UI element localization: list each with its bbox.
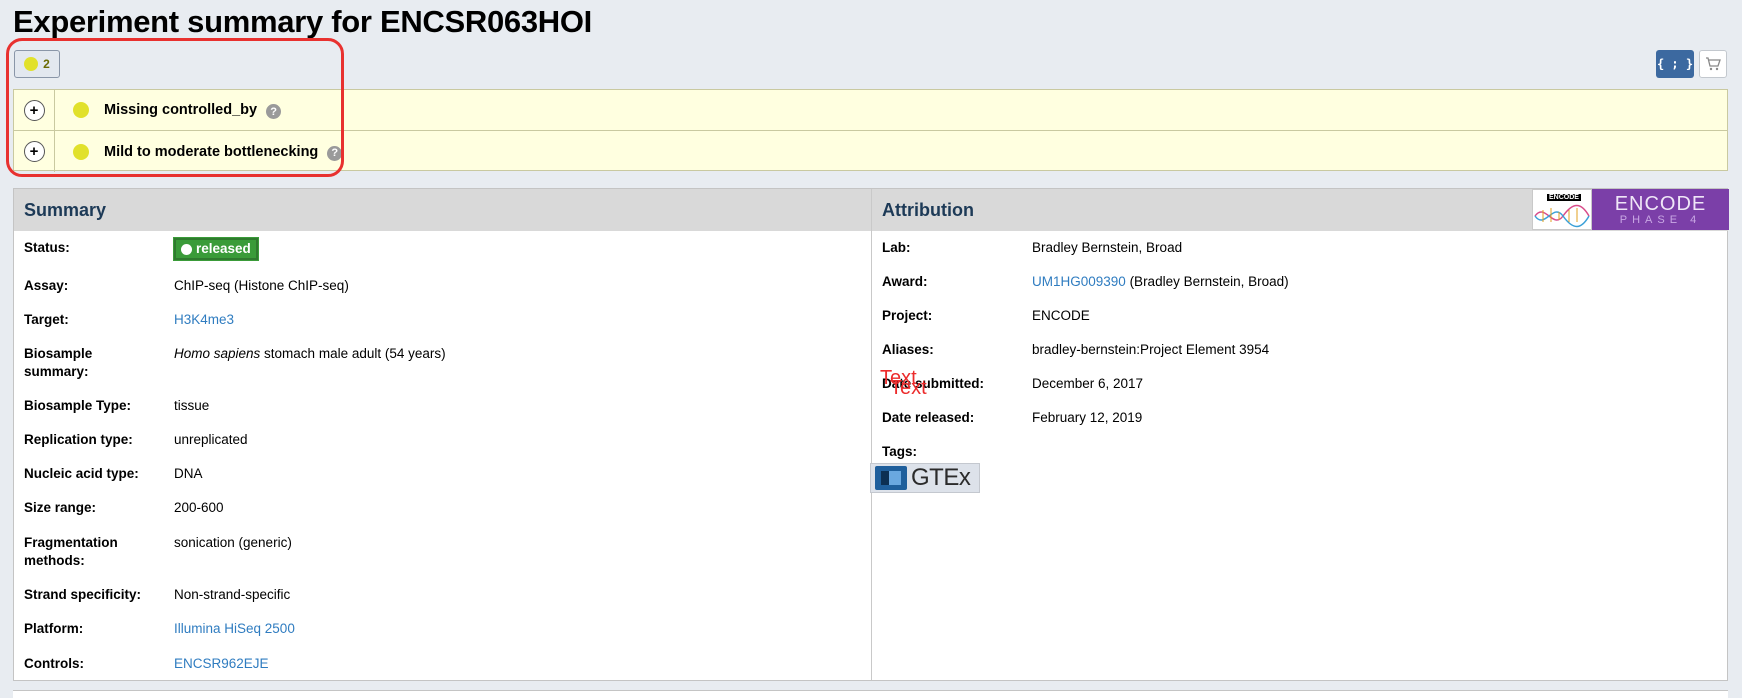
summary-header: Summary (14, 189, 871, 231)
encode-phase-logo: ENCODE ENCODE PHASE 4 (1532, 189, 1729, 230)
project-key: Project: (882, 308, 933, 323)
project-value: ENCODE (1032, 308, 1090, 323)
strand-key: Strand specificity: (24, 587, 142, 602)
gtex-logo-icon (875, 466, 907, 490)
status-value: released (173, 237, 259, 261)
encode-logo-text: ENCODE (1614, 192, 1707, 215)
aliases-key: Aliases: (882, 342, 934, 357)
add-to-cart-button[interactable] (1699, 50, 1727, 78)
controls-link[interactable]: ENCSR962EJE (174, 655, 269, 673)
help-icon[interactable]: ? (327, 145, 343, 161)
audit-row: + Missing controlled_by ? (14, 90, 1727, 131)
nucleic-acid-type-key: Nucleic acid type: (24, 466, 139, 481)
expand-audit-button[interactable]: + (23, 99, 45, 121)
dna-icon (1534, 204, 1590, 228)
date-submitted-key: Date submitted: (882, 376, 985, 391)
nucleic-acid-type-value: DNA (174, 466, 203, 481)
date-submitted-value: December 6, 2017 (1032, 376, 1144, 391)
audit-warning-icon (73, 143, 89, 160)
plus-icon: + (29, 143, 39, 160)
encode-dna-logo: ENCODE (1532, 189, 1592, 230)
status-badge: released (173, 237, 259, 261)
json-view-button[interactable]: { ; } (1656, 50, 1694, 78)
replication-type-value: unreplicated (174, 432, 248, 447)
platform-key: Platform: (24, 621, 84, 636)
size-range-key: Size range: (24, 500, 97, 515)
audit-count: 2 (43, 57, 50, 71)
biosample-type-value: tissue (174, 398, 210, 413)
phase-logo-text: PHASE 4 (1619, 213, 1702, 226)
size-range-value: 200-600 (174, 500, 224, 515)
biosample-type-key: Biosample Type: (24, 398, 132, 413)
date-released-value: February 12, 2019 (1032, 410, 1143, 425)
tags-key: Tags: (882, 444, 918, 459)
help-icon[interactable]: ? (266, 104, 282, 119)
encode-phase-badge: ENCODE PHASE 4 (1592, 189, 1729, 230)
lab-key: Lab: (882, 240, 911, 255)
audit-expander-cell: + (14, 90, 55, 130)
replication-type-key: Replication type: (24, 432, 133, 447)
audit-label: Missing controlled_by (104, 102, 258, 118)
audit-panel: + Missing controlled_by ? + Mild to mode… (13, 89, 1728, 172)
aliases-value: bradley-bernstein:Project Element 3954 (1032, 342, 1270, 357)
biosample-description: stomach male adult (54 years) (260, 346, 446, 361)
species-name: Homo sapiens (174, 346, 261, 361)
audit-summary-button[interactable]: 2 (14, 50, 60, 78)
award-value: UM1HG009390 (Bradley Bernstein, Broad) (1032, 273, 1289, 291)
fragmentation-value: sonication (generic) (174, 535, 292, 550)
page-title: Experiment summary for ENCSR063HOI (13, 4, 592, 39)
biosample-summary-key: Biosample summary: (24, 346, 93, 379)
award-key: Award: (882, 274, 928, 289)
strand-value: Non-strand-specific (174, 587, 291, 602)
experiment-panel: Summary Attribution ENCODE ENCODE PHASE … (13, 188, 1729, 681)
status-dot-icon (181, 243, 192, 255)
audit-label: Mild to moderate bottlenecking (104, 143, 319, 160)
audit-warning-icon (73, 102, 89, 118)
fragmentation-key: Fragmentation methods: (24, 535, 118, 568)
plus-icon: + (29, 101, 39, 119)
cart-icon (1706, 57, 1721, 71)
next-panel-edge (13, 690, 1728, 698)
attribution-heading: Attribution (882, 199, 974, 220)
target-link[interactable]: H3K4me3 (174, 311, 234, 329)
gtex-tag[interactable]: GTEx (870, 463, 980, 493)
award-link[interactable]: UM1HG009390 (1032, 274, 1126, 289)
lab-value: Bradley Bernstein, Broad (1032, 240, 1183, 255)
summary-heading: Summary (24, 199, 107, 220)
status-badge-label: released (196, 241, 251, 256)
assay-value: ChIP-seq (Histone ChIP-seq) (174, 278, 349, 293)
status-key: Status: (24, 240, 70, 255)
award-owner: (Bradley Bernstein, Broad) (1125, 274, 1289, 289)
audit-row: + Mild to moderate bottlenecking ? (14, 131, 1727, 172)
controls-key: Controls: (24, 656, 84, 671)
audit-warning-icon (24, 57, 39, 71)
date-released-key: Date released: (882, 410, 975, 425)
platform-link[interactable]: Illumina HiSeq 2500 (174, 620, 295, 638)
panel-divider (871, 189, 872, 680)
gtex-tag-label: GTEx (911, 464, 971, 491)
audit-expander-cell: + (14, 131, 55, 172)
expand-audit-button[interactable]: + (23, 141, 45, 162)
assay-key: Assay: (24, 278, 69, 293)
biosample-summary-value: Homo sapiens stomach male adult (54 year… (174, 345, 446, 363)
target-key: Target: (24, 312, 69, 327)
